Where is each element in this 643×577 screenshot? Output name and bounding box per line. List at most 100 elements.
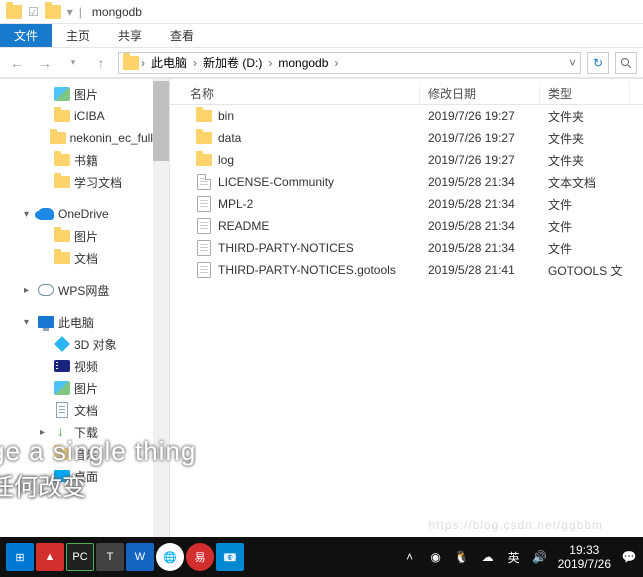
- file-type: 文件夹: [540, 130, 630, 147]
- breadcrumb-pc[interactable]: 此电脑: [147, 54, 191, 71]
- tree-arrow-icon[interactable]: ▸: [40, 427, 50, 438]
- nav-up-button[interactable]: ↑: [90, 52, 112, 74]
- list-header: 名称 修改日期 类型: [170, 83, 643, 105]
- titlebar: ☑ ▾ | mongodb: [0, 0, 643, 24]
- tree-item[interactable]: nekonin_ec_full: [0, 127, 153, 149]
- sidebar-scrollbar[interactable]: [153, 79, 169, 537]
- breadcrumb-dropdown-icon[interactable]: ˅: [569, 56, 576, 70]
- tree-item[interactable]: 文档: [0, 247, 153, 269]
- qat-dropdown-icon[interactable]: ▾: [67, 5, 73, 19]
- txt-icon: [196, 174, 212, 190]
- breadcrumb[interactable]: › 此电脑 › 新加卷 (D:) › mongodb › ˅: [118, 52, 581, 74]
- taskbar-app[interactable]: ⊞: [6, 543, 34, 571]
- column-header-type[interactable]: 类型: [540, 83, 630, 104]
- breadcrumb-folder[interactable]: mongodb: [274, 56, 332, 70]
- tree-item-label: 书籍: [74, 152, 98, 169]
- tree-item[interactable]: 音乐: [0, 443, 153, 465]
- tree-item[interactable]: 文档: [0, 399, 153, 421]
- breadcrumb-drive[interactable]: 新加卷 (D:): [199, 54, 266, 71]
- tray-volume-icon[interactable]: 🔊: [532, 549, 548, 565]
- chevron-right-icon[interactable]: ›: [268, 56, 272, 70]
- taskbar-app[interactable]: 📧: [216, 543, 244, 571]
- tree-item-label: 学习文档: [74, 174, 122, 191]
- tree-item[interactable]: iCIBA: [0, 105, 153, 127]
- file-type: 文件: [540, 196, 630, 213]
- tree-item[interactable]: 图片: [0, 377, 153, 399]
- column-header-date[interactable]: 修改日期: [420, 83, 540, 104]
- ribbon-tab-view[interactable]: 查看: [156, 24, 208, 47]
- taskbar-app[interactable]: 易: [186, 543, 214, 571]
- file-date: 2019/5/28 21:34: [420, 197, 540, 211]
- tree-item[interactable]: ▾ 此电脑: [0, 311, 153, 333]
- file-icon: [196, 262, 212, 278]
- nav-recent-dropdown[interactable]: ▾: [62, 52, 84, 74]
- file-row[interactable]: THIRD-PARTY-NOTICES2019/5/28 21:34文件: [170, 237, 643, 259]
- tray-qq-icon[interactable]: 🐧: [454, 549, 470, 565]
- tree-item-label: iCIBA: [74, 109, 105, 123]
- file-row[interactable]: data2019/7/26 19:27文件夹: [170, 127, 643, 149]
- window-title: mongodb: [92, 5, 142, 19]
- folder-icon: [45, 4, 61, 20]
- taskbar-app[interactable]: 🌐: [156, 543, 184, 571]
- tray-icon[interactable]: ◉: [428, 549, 444, 565]
- pic-icon: [54, 380, 70, 396]
- tree-item[interactable]: ▸WPS网盘: [0, 279, 153, 301]
- tray-chevron-up-icon[interactable]: ˄: [402, 549, 418, 565]
- ribbon-tab-file[interactable]: 文件: [0, 24, 52, 47]
- ribbon-tab-home[interactable]: 主页: [52, 24, 104, 47]
- taskbar-app[interactable]: ▲: [36, 543, 64, 571]
- file-row[interactable]: MPL-22019/5/28 21:34文件: [170, 193, 643, 215]
- ribbon-tab-share[interactable]: 共享: [104, 24, 156, 47]
- tree-arrow-icon[interactable]: ▾: [24, 209, 34, 220]
- taskbar-app[interactable]: W: [126, 543, 154, 571]
- chevron-right-icon[interactable]: ›: [141, 56, 145, 70]
- taskbar-app[interactable]: PC: [66, 543, 94, 571]
- tray-notification-icon[interactable]: 💬: [621, 549, 637, 565]
- file-type: 文本文档: [540, 174, 630, 191]
- tree-item[interactable]: 书籍: [0, 149, 153, 171]
- file-row[interactable]: bin2019/7/26 19:27文件夹: [170, 105, 643, 127]
- tree-item[interactable]: 桌面: [0, 465, 153, 487]
- tree-item[interactable]: 3D 对象: [0, 333, 153, 355]
- folder-icon: [6, 4, 22, 20]
- file-type: 文件: [540, 240, 630, 257]
- file-icon: [196, 240, 212, 256]
- file-row[interactable]: log2019/7/26 19:27文件夹: [170, 149, 643, 171]
- tray-ime-icon[interactable]: 英: [506, 549, 522, 565]
- tree-item[interactable]: ▾OneDrive: [0, 203, 153, 225]
- folder-icon: [54, 152, 70, 168]
- tree-arrow-icon[interactable]: ▾: [24, 317, 34, 328]
- tree-item[interactable]: 图片: [0, 225, 153, 247]
- qat-separator: ☑: [28, 5, 39, 19]
- tree-item[interactable]: 图片: [0, 83, 153, 105]
- tree-item[interactable]: ▸ 下载: [0, 421, 153, 443]
- chevron-right-icon[interactable]: ›: [334, 56, 338, 70]
- navigation-pane: 图片iCIBAnekonin_ec_full书籍学习文档▾OneDrive图片文…: [0, 79, 170, 537]
- file-row[interactable]: THIRD-PARTY-NOTICES.gotools2019/5/28 21:…: [170, 259, 643, 281]
- file-row[interactable]: LICENSE-Community2019/5/28 21:34文本文档: [170, 171, 643, 193]
- search-icon: [620, 57, 632, 69]
- tree-item[interactable]: 学习文档: [0, 171, 153, 193]
- tray-clock[interactable]: 19:33 2019/7/26: [558, 543, 611, 572]
- nav-forward-button[interactable]: →: [34, 52, 56, 74]
- refresh-button[interactable]: ↻: [587, 52, 609, 74]
- video-icon: [54, 358, 70, 374]
- chevron-right-icon[interactable]: ›: [193, 56, 197, 70]
- file-list: 名称 修改日期 类型 bin2019/7/26 19:27文件夹data2019…: [170, 79, 643, 537]
- tray-onedrive-icon[interactable]: ☁: [480, 549, 496, 565]
- tree-item-label: 下载: [74, 424, 98, 441]
- tree-item[interactable]: 视频: [0, 355, 153, 377]
- search-button[interactable]: [615, 52, 637, 74]
- file-row[interactable]: README2019/5/28 21:34文件: [170, 215, 643, 237]
- tree-arrow-icon[interactable]: ▸: [24, 285, 34, 296]
- tree-item-label: 此电脑: [58, 314, 94, 331]
- dl-icon: [54, 424, 70, 440]
- nav-back-button[interactable]: ←: [6, 52, 28, 74]
- file-name: LICENSE-Community: [218, 175, 334, 189]
- tree-item-label: 图片: [74, 228, 98, 245]
- desk-icon: [54, 468, 70, 484]
- scrollbar-thumb[interactable]: [153, 81, 169, 161]
- taskbar-app[interactable]: T: [96, 543, 124, 571]
- pic-icon: [54, 86, 70, 102]
- column-header-name[interactable]: 名称: [170, 83, 420, 104]
